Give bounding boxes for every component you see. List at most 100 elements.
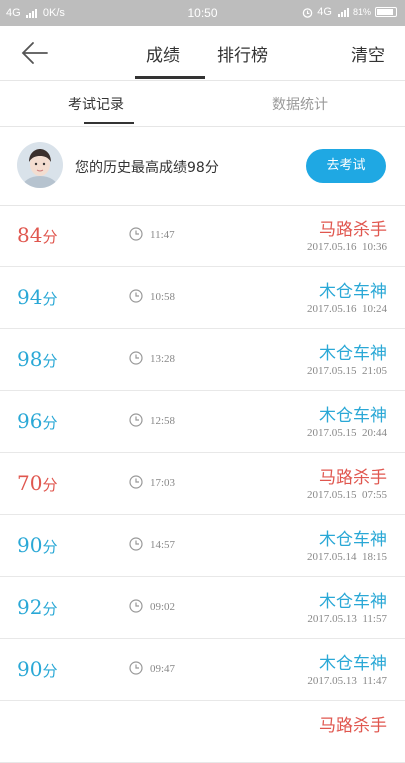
clock-icon — [129, 599, 143, 613]
sub-tabs: 考试记录 数据统计 — [0, 80, 405, 127]
record-score: 98分 — [17, 347, 57, 371]
status-right: 4G 81% — [302, 6, 397, 18]
record-datetime: 2017.05.13 11:47 — [307, 675, 387, 687]
record-date: 2017.05.16 — [306, 241, 357, 253]
record-result: 木仓车神 — [319, 654, 387, 674]
record-score: 90分 — [17, 533, 57, 557]
best-score-text: 您的历史最高成绩98分 — [75, 160, 219, 176]
status-bar: 4G 0K/s 10:50 4G 81% — [0, 0, 405, 26]
record-row[interactable]: 98分 13:28 木仓车神 2017.05.15 21:05 — [0, 329, 405, 391]
score-unit: 分 — [42, 662, 58, 680]
tab-score[interactable]: 成绩 — [146, 41, 180, 66]
record-result: 木仓车神 — [319, 530, 387, 550]
record-datetime — [382, 737, 388, 749]
signal-icon-right — [337, 7, 349, 17]
record-result: 木仓车神 — [319, 344, 387, 364]
score-value: 92 — [17, 595, 43, 619]
record-date: 2017.05.16 — [306, 303, 357, 315]
tab-data-stats[interactable]: 数据统计 — [272, 94, 328, 114]
record-duration: 14:57 — [150, 539, 176, 551]
score-unit: 分 — [42, 228, 58, 246]
record-result: 木仓车神 — [319, 282, 387, 302]
score-value: 84 — [17, 223, 43, 247]
record-time: 07:55 — [361, 489, 387, 501]
record-datetime: 2017.05.16 10:24 — [307, 303, 387, 315]
record-row[interactable]: 84分 11:47 马路杀手 2017.05.16 10:36 — [0, 205, 405, 267]
clear-button[interactable]: 清空 — [351, 41, 385, 66]
record-result: 马路杀手 — [319, 468, 387, 488]
score-unit: 分 — [42, 538, 58, 556]
clock-icon — [129, 227, 143, 241]
network-right: 4G — [317, 6, 332, 18]
record-row[interactable]: 90分 14:57 木仓车神 2017.05.14 18:15 — [0, 515, 405, 577]
record-score: 96分 — [17, 409, 57, 433]
clock-icon — [129, 413, 143, 427]
record-time: 21:05 — [361, 365, 387, 377]
clock-icon — [129, 537, 143, 551]
alarm-icon — [303, 7, 313, 18]
record-date: 2017.05.13 — [307, 613, 357, 625]
score-value: 96 — [17, 409, 43, 433]
record-row[interactable]: 90分 09:47 木仓车神 2017.05.13 11:47 — [0, 639, 405, 701]
score-unit: 分 — [42, 414, 58, 432]
score-value: 94 — [17, 285, 43, 309]
battery-percent: 81% — [352, 7, 371, 17]
record-row[interactable]: 96分 12:58 木仓车神 2017.05.15 20:44 — [0, 391, 405, 453]
tab-exam-records[interactable]: 考试记录 — [68, 94, 124, 114]
record-score: 94分 — [17, 285, 57, 309]
record-duration: 10:58 — [150, 291, 176, 303]
score-value: 70 — [17, 471, 43, 495]
battery-icon — [375, 7, 397, 17]
record-date: 2017.05.15 — [306, 489, 357, 501]
back-arrow-icon[interactable] — [20, 40, 50, 66]
record-date: 2017.05.13 — [307, 675, 357, 687]
profile-summary: 您的历史最高成绩98分 去考试 — [0, 126, 405, 206]
record-date: 2017.05.14 — [306, 551, 357, 563]
record-row[interactable]: 70分 17:03 马路杀手 2017.05.15 07:55 — [0, 453, 405, 515]
record-datetime: 2017.05.13 11:57 — [307, 613, 387, 625]
record-result: 木仓车神 — [319, 406, 387, 426]
avatar — [17, 142, 63, 188]
tab-leaderboard[interactable]: 排行榜 — [217, 41, 268, 66]
score-unit: 分 — [42, 476, 58, 494]
exam-records-list: 84分 11:47 马路杀手 2017.05.16 10:36 94分 10:58 木仓车神… — [0, 205, 405, 763]
record-datetime: 2017.05.15 21:05 — [307, 365, 387, 377]
record-duration: 13:28 — [150, 353, 176, 365]
record-datetime: 2017.05.16 10:36 — [307, 241, 387, 253]
record-result: 木仓车神 — [319, 592, 387, 612]
score-value: 90 — [17, 533, 43, 557]
record-datetime: 2017.05.15 07:55 — [307, 489, 387, 501]
active-tab-indicator — [135, 76, 205, 79]
score-value: 90 — [17, 657, 43, 681]
record-duration: 12:58 — [150, 415, 176, 427]
clock-icon — [129, 289, 143, 303]
record-result: 马路杀手 — [319, 220, 387, 240]
record-result: 马路杀手 — [319, 716, 387, 736]
record-duration: 17:03 — [150, 477, 176, 489]
record-duration: 09:47 — [150, 663, 176, 675]
record-score: 70分 — [17, 471, 57, 495]
record-score: 90分 — [17, 657, 57, 681]
clock-icon — [129, 475, 143, 489]
take-exam-button[interactable]: 去考试 — [306, 149, 386, 183]
record-time: 20:44 — [361, 427, 387, 439]
record-datetime: 2017.05.14 18:15 — [307, 551, 387, 563]
record-time: 10:24 — [361, 303, 387, 315]
active-subtab-indicator — [84, 122, 134, 124]
clock-icon — [129, 661, 143, 675]
score-unit: 分 — [42, 290, 58, 308]
record-row[interactable]: 92分 09:02 木仓车神 2017.05.13 11:57 — [0, 577, 405, 639]
record-row[interactable]: 94分 10:58 木仓车神 2017.05.16 10:24 — [0, 267, 405, 329]
score-unit: 分 — [42, 600, 58, 618]
score-unit: 分 — [42, 352, 58, 370]
score-value: 98 — [17, 347, 43, 371]
record-row[interactable]: 马路杀手 — [0, 701, 405, 763]
record-date: 2017.05.15 — [306, 365, 357, 377]
record-duration: 09:02 — [150, 601, 176, 613]
record-duration: 11:47 — [150, 229, 175, 241]
record-datetime: 2017.05.15 20:44 — [307, 427, 387, 439]
record-time: 11:47 — [362, 675, 387, 687]
record-time: 10:36 — [361, 241, 387, 253]
record-score: 92分 — [17, 595, 57, 619]
top-navbar: 成绩 排行榜 清空 — [0, 26, 405, 81]
